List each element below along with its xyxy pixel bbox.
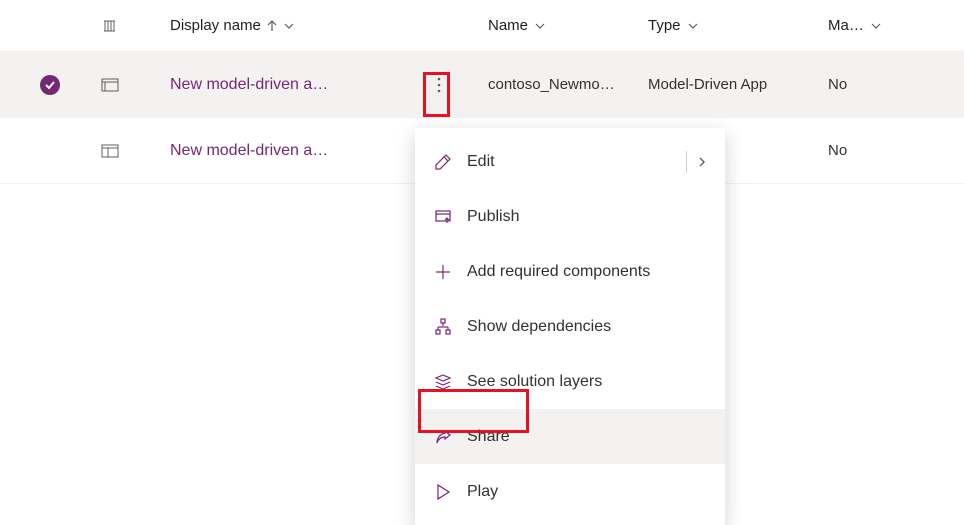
menu-label: Play: [467, 483, 707, 501]
chevron-down-icon: [870, 20, 882, 32]
publish-icon: [433, 208, 453, 226]
menu-item-share[interactable]: Share: [415, 409, 725, 464]
column-header-label: Type: [648, 17, 681, 34]
table-header-row: Display name Name Ty: [0, 0, 964, 52]
menu-item-play[interactable]: Play: [415, 464, 725, 519]
name-cell: contoso_Newmo…: [488, 76, 615, 93]
column-header-label: Display name: [170, 17, 261, 34]
model-app-icon: [101, 144, 119, 158]
row-select-cell[interactable]: [20, 75, 80, 95]
selected-check-icon: [40, 75, 60, 95]
menu-item-show-dependencies[interactable]: Show dependencies: [415, 299, 725, 354]
display-name-link[interactable]: New model-driven a…: [170, 142, 328, 159]
model-app-icon: [101, 78, 119, 92]
menu-label: Share: [467, 428, 707, 446]
menu-label: Add required components: [467, 263, 707, 281]
chevron-down-icon: [283, 20, 295, 32]
play-icon: [433, 483, 453, 501]
row-type-icon-cell: [80, 144, 140, 158]
column-chooser-icon[interactable]: [102, 18, 118, 34]
layers-icon: [433, 373, 453, 391]
menu-item-add-components[interactable]: Add required components: [415, 244, 725, 299]
table-row[interactable]: New model-driven a… contoso_Newmo… Model…: [0, 52, 964, 118]
sort-ascending-icon: [267, 20, 277, 32]
type-cell: Model-Driven App: [648, 76, 767, 93]
chevron-down-icon: [687, 20, 699, 32]
row-type-icon-cell: [80, 78, 140, 92]
column-header-managed[interactable]: Ma…: [828, 17, 964, 34]
column-header-name[interactable]: Name: [488, 17, 618, 34]
column-header-label: Ma…: [828, 17, 864, 34]
menu-label: Show dependencies: [467, 318, 707, 336]
managed-cell: No: [828, 142, 847, 159]
pencil-icon: [433, 153, 453, 171]
more-actions-button[interactable]: [431, 71, 447, 99]
menu-item-publish[interactable]: Publish: [415, 189, 725, 244]
menu-item-edit[interactable]: Edit: [415, 134, 725, 189]
context-menu: Edit Publish Add required components: [415, 128, 725, 525]
menu-item-see-layers[interactable]: See solution layers: [415, 354, 725, 409]
column-header-label: Name: [488, 17, 528, 34]
header-icon-column: [80, 18, 140, 34]
share-icon: [433, 428, 453, 446]
column-header-display-name[interactable]: Display name: [170, 17, 420, 34]
hierarchy-icon: [433, 318, 453, 336]
submenu-indicator: [686, 151, 707, 173]
column-header-type[interactable]: Type: [648, 17, 798, 34]
menu-label: Edit: [467, 153, 672, 171]
menu-label: See solution layers: [467, 373, 707, 391]
managed-cell: No: [828, 76, 847, 93]
chevron-down-icon: [534, 20, 546, 32]
display-name-link[interactable]: New model-driven a…: [170, 76, 328, 93]
plus-icon: [433, 263, 453, 281]
menu-label: Publish: [467, 208, 707, 226]
